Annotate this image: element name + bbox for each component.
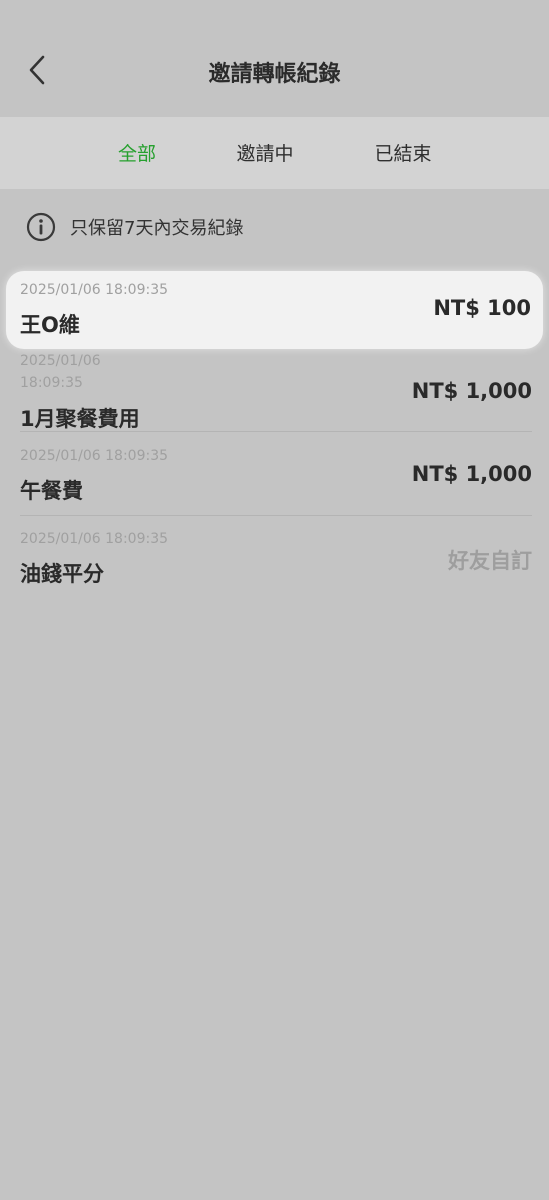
record-item[interactable]: 2025/01/06 18:09:35 1月聚餐費用 NT$ 1,000 [20,350,532,432]
record-name: 王O維 [20,313,80,337]
record-name: 午餐費 [20,479,83,503]
record-item[interactable]: 2025/01/06 18:09:35 王O維 NT$ 100 [6,271,543,349]
tab-inviting[interactable]: 邀請中 [236,139,293,166]
tab-ended[interactable]: 已結束 [374,139,431,166]
record-name: 1月聚餐費用 [20,407,140,431]
record-amount: NT$ 1,000 [411,462,532,486]
record-time: 2025/01/06 18:09:35 [20,531,169,547]
record-name: 油錢平分 [20,562,104,586]
notice-text: 只保留7天內交易紀錄 [70,218,244,239]
record-clock: 18:09:35 [20,375,83,391]
tab-all[interactable]: 全部 [118,139,156,166]
record-amount: NT$ 100 [433,296,531,320]
record-status: 好友自訂 [448,549,532,573]
info-icon [26,212,56,242]
record-date: 2025/01/06 [20,353,101,369]
record-item[interactable]: 2025/01/06 18:09:35 午餐費 NT$ 1,000 [20,433,532,516]
retention-notice: 只保留7天內交易紀錄 [26,211,243,243]
record-amount: NT$ 1,000 [411,379,532,403]
tab-bar: 全部 邀請中 已結束 [0,117,549,189]
page-title: 邀請轉帳紀錄 [208,62,341,87]
header: 邀請轉帳紀錄 [0,0,549,117]
record-time: 2025/01/06 18:09:35 [20,448,169,464]
record-item[interactable]: 2025/01/06 18:09:35 油錢平分 好友自訂 [20,516,532,596]
record-time: 2025/01/06 18:09:35 [20,282,169,298]
